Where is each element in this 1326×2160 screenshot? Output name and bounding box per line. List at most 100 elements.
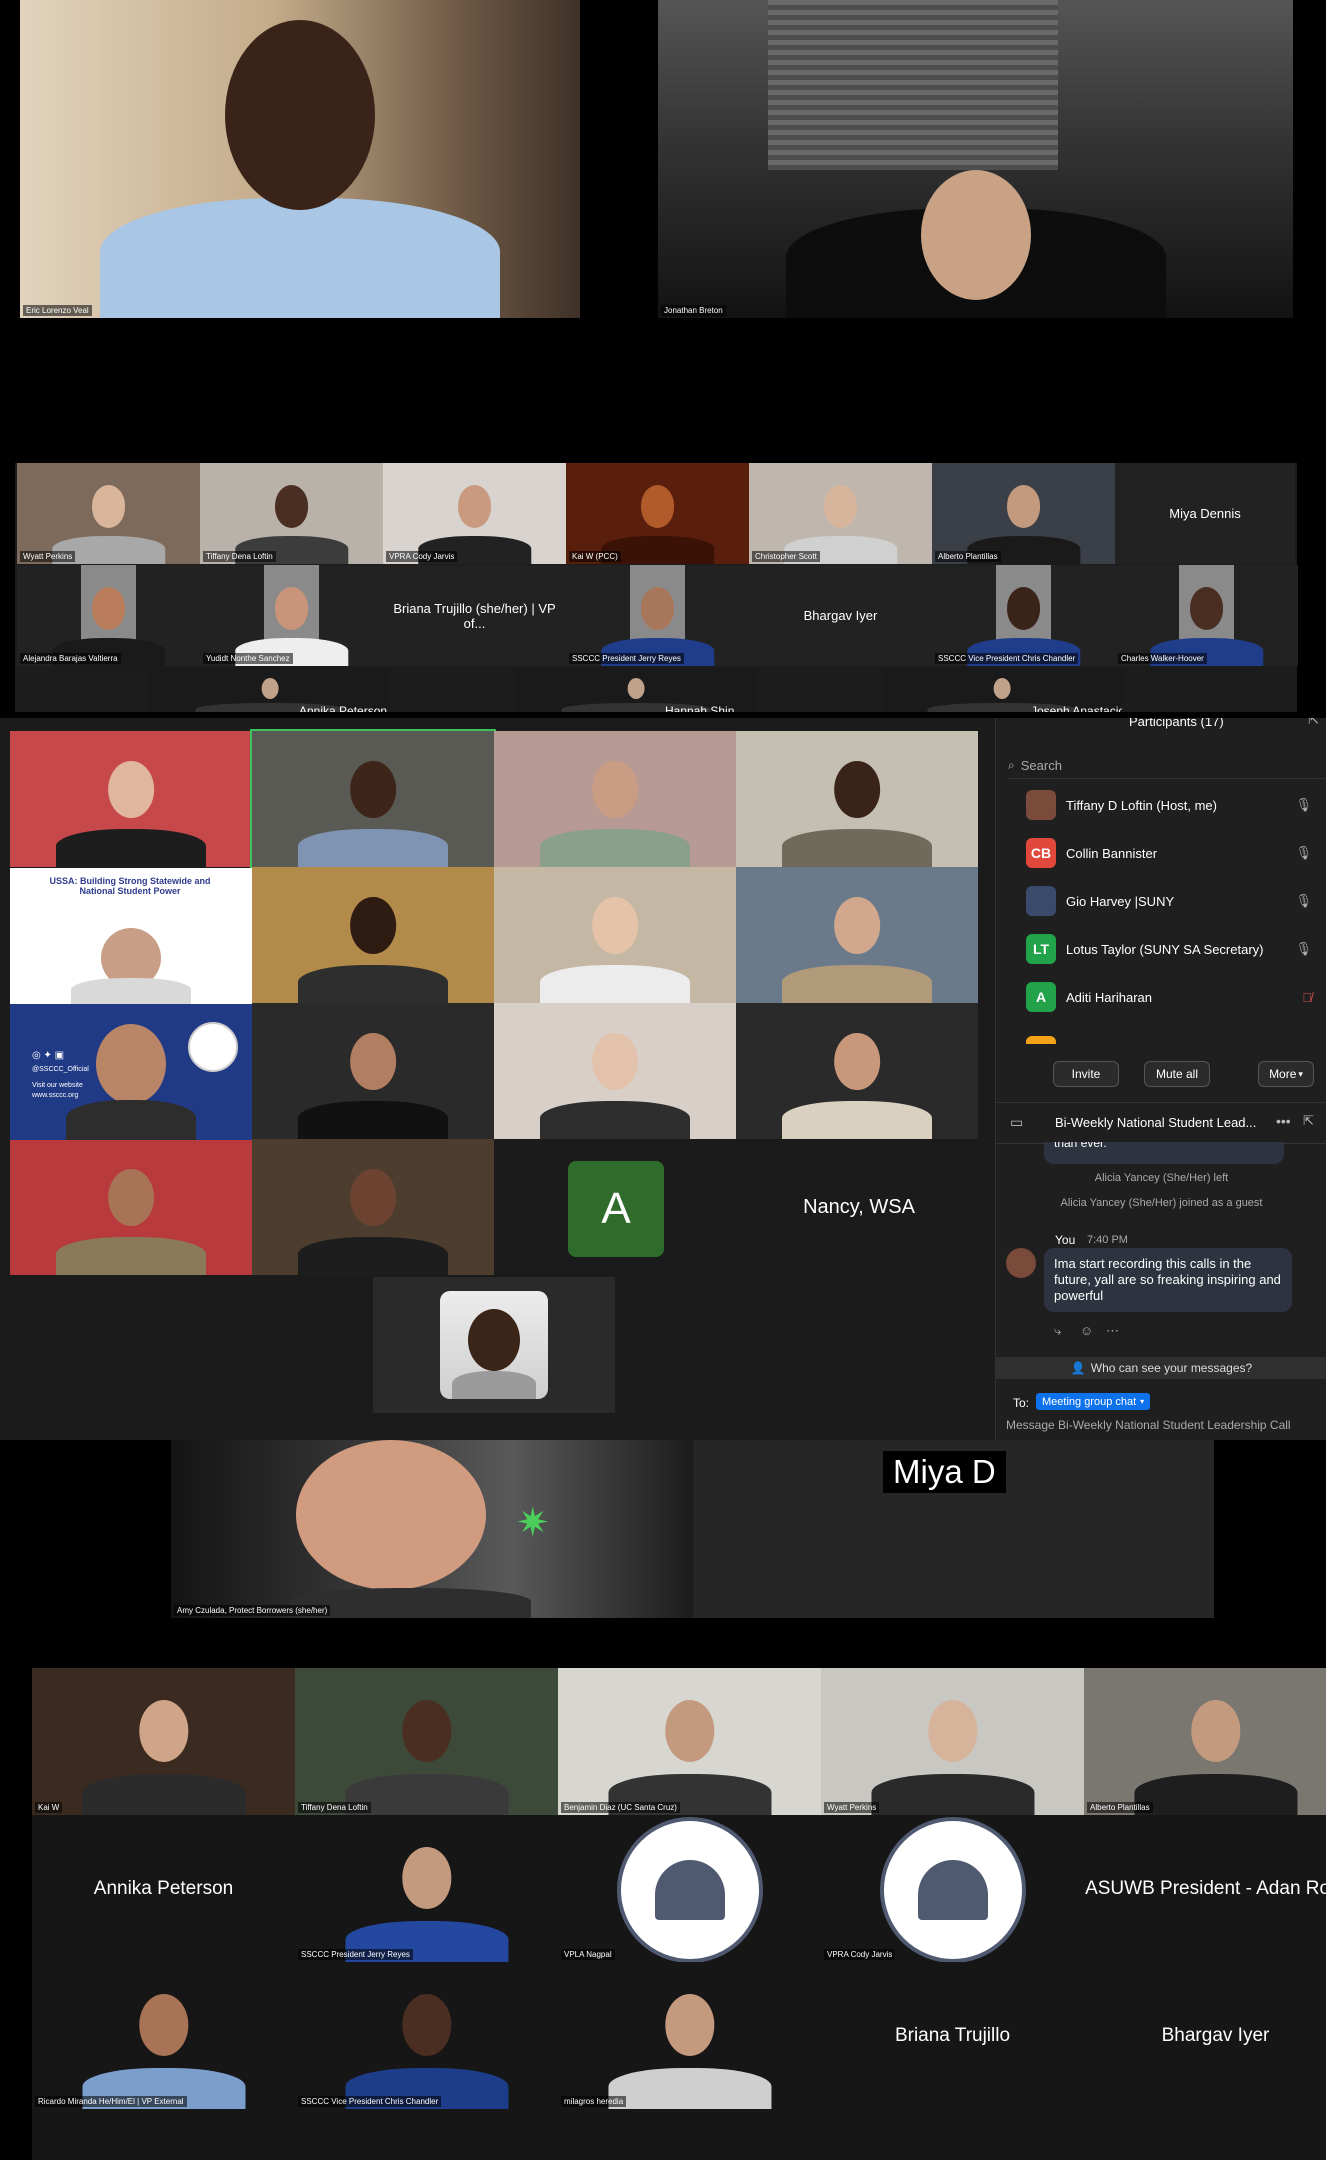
- participant-name: VPRA Cody Jarvis: [386, 551, 458, 562]
- chat-title: Bi-Weekly National Student Lead...: [1055, 1115, 1257, 1130]
- active-speaker-tile[interactable]: ✷ Amy Czulada, Protect Borrowers (she/he…: [171, 1440, 693, 1618]
- video-tile[interactable]: [373, 1277, 615, 1413]
- participant-name: Briana Trujillo: [894, 2024, 1011, 2046]
- video-tile[interactable]: Briana Trujillo: [821, 1962, 1084, 2109]
- participant-face: [274, 485, 309, 528]
- video-tile[interactable]: ASUWB President - Adan Ro...: [1084, 1815, 1326, 1962]
- video-tile[interactable]: [736, 867, 978, 1003]
- video-tile[interactable]: Alberto Plantillas: [932, 463, 1115, 564]
- video-tile[interactable]: [252, 867, 494, 1003]
- video-tile[interactable]: Annika Peterson, GPSS Vice...: [150, 667, 390, 717]
- video-tile[interactable]: Benjamin Diaz (UC Santa Cruz): [558, 1668, 821, 1815]
- video-tile[interactable]: SSCCC President Jerry Reyes: [566, 565, 749, 666]
- more-button[interactable]: More ▾: [1258, 1061, 1314, 1087]
- chat-popout-icon[interactable]: ⇱: [1303, 1113, 1314, 1129]
- avatar-letter-tile[interactable]: A: [568, 1161, 664, 1257]
- video-tile[interactable]: [252, 1139, 494, 1275]
- video-tile[interactable]: Miya D: [693, 1440, 1214, 1618]
- video-tile[interactable]: [494, 1003, 736, 1139]
- video-tile[interactable]: Ricardo Miranda He/Him/El | VP External: [32, 1962, 295, 2109]
- participant-row[interactable]: Gio Harvey |SUNY 🎙: [1026, 883, 1316, 919]
- video-tile[interactable]: [250, 729, 496, 869]
- video-tile[interactable]: Tiffany Dena Loftin: [295, 1668, 558, 1815]
- participant-face: [927, 1700, 978, 1763]
- participant-face: [350, 1168, 396, 1227]
- mic-icon[interactable]: 🎙: [1295, 893, 1312, 909]
- chat-options-icon[interactable]: •••: [1276, 1113, 1291, 1129]
- video-tile[interactable]: Joseph Anastacio: [882, 667, 1122, 717]
- chat-input[interactable]: Message Bi-Weekly National Student Leade…: [1006, 1418, 1326, 1432]
- participant-silhouette: [781, 964, 933, 1003]
- video-tile[interactable]: SSCCC President Jerry Reyes: [295, 1815, 558, 1962]
- video-tile[interactable]: Yudidt Nonthe Sanchez: [200, 565, 383, 666]
- search-field[interactable]: ⌕ Search: [1008, 752, 1326, 779]
- video-tile[interactable]: Kai W: [32, 1668, 295, 1815]
- name-only-tile[interactable]: Nancy, WSA: [738, 1196, 980, 1219]
- video-tile[interactable]: Bhargav Iyer: [1084, 1962, 1326, 2109]
- participant-name: Annika Peterson: [93, 1877, 234, 1899]
- video-tile[interactable]: [494, 731, 736, 867]
- to-label: To:: [1013, 1396, 1030, 1410]
- video-tile[interactable]: Alejandra Barajas Valtierra: [17, 565, 200, 666]
- video-tile[interactable]: VPLA Nagpal: [558, 1815, 821, 1962]
- participant-name: Wyatt Perkins: [824, 1802, 880, 1813]
- participant-face: [592, 896, 638, 955]
- participant-silhouette: [55, 828, 207, 867]
- video-tile[interactable]: Bhargav Iyer: [749, 565, 932, 666]
- video-tile[interactable]: milagros heredia: [558, 1962, 821, 2109]
- video-tile[interactable]: VPRA Cody Jarvis: [383, 463, 566, 564]
- slide-website-label: Visit our website: [32, 1082, 83, 1089]
- reaction-icon[interactable]: ☺: [1080, 1323, 1093, 1338]
- participant-face: [108, 1168, 154, 1227]
- video-tile[interactable]: [10, 731, 252, 867]
- participant-face: [96, 1024, 166, 1104]
- video-tile[interactable]: Tiffany Dena Loftin: [200, 463, 383, 564]
- video-tile[interactable]: Wyatt Perkins: [821, 1668, 1084, 1815]
- video-tile[interactable]: [252, 1003, 494, 1139]
- shared-slide-tile[interactable]: USSA: Building Strong Statewide and Nati…: [10, 868, 252, 1004]
- chat-header: ▭ Bi-Weekly National Student Lead... •••…: [996, 1102, 1326, 1144]
- video-tile[interactable]: VPRA Cody Jarvis: [821, 1815, 1084, 1962]
- invite-button[interactable]: Invite: [1053, 1061, 1119, 1087]
- participant-face: [350, 896, 396, 955]
- video-tile[interactable]: Wyatt Perkins: [17, 463, 200, 564]
- participant-name: Bhargav Iyer: [1161, 2024, 1270, 2046]
- video-tile[interactable]: [736, 1003, 978, 1139]
- chat-system-message: Alicia Yancey (She/Her) joined as a gues…: [1060, 1197, 1263, 1209]
- video-tile[interactable]: [736, 731, 978, 867]
- participant-name: SSCCC President Jerry Reyes: [298, 1949, 413, 1960]
- participant-row[interactable]: A Aditi Hariharan 🎙̸: [1026, 979, 1316, 1015]
- recipient-dropdown[interactable]: Meeting group chat ▾: [1036, 1393, 1151, 1410]
- mic-icon[interactable]: 🎙: [1295, 941, 1312, 957]
- video-tile[interactable]: Charles Walker-Hoover: [1115, 565, 1298, 666]
- mic-icon[interactable]: 🎙: [1295, 845, 1312, 861]
- video-tile[interactable]: Christopher Scott: [749, 463, 932, 564]
- video-tile[interactable]: Jonathan Breton: [658, 0, 1293, 318]
- mic-icon[interactable]: 🎙: [1295, 797, 1312, 813]
- video-tile[interactable]: Briana Trujillo (she/her) | VP of...: [383, 565, 566, 666]
- mute-all-button[interactable]: Mute all: [1144, 1061, 1210, 1087]
- mic-muted-icon[interactable]: 🎙̸: [1302, 990, 1312, 1005]
- participant-row[interactable]: LT Lotus Taylor (SUNY SA Secretary) 🎙: [1026, 931, 1316, 967]
- participant-silhouette: [55, 1236, 207, 1275]
- video-tile[interactable]: SSCCC Vice President Chris Chandler: [295, 1962, 558, 2109]
- slide-title: USSA: Building Strong Statewide and Nati…: [49, 876, 211, 896]
- seal-icon: [188, 1022, 238, 1072]
- reply-icon[interactable]: ⤷: [1054, 1323, 1061, 1339]
- video-tile[interactable]: Eric Lorenzo Veal: [20, 0, 580, 318]
- participant-row-name: Collin Bannister: [1066, 845, 1158, 861]
- video-tile[interactable]: Hannah Shin: [516, 667, 756, 717]
- video-tile[interactable]: [494, 867, 736, 1003]
- chat-system-message: Alicia Yancey (She/Her) left: [1094, 1172, 1229, 1184]
- more-actions-icon[interactable]: ⋯: [1106, 1323, 1119, 1339]
- video-tile[interactable]: Alberto Plantillas: [1084, 1668, 1326, 1815]
- participant-row[interactable]: Tiffany D Loftin (Host, me) 🎙: [1026, 787, 1316, 823]
- video-tile[interactable]: SSCCC Vice President Chris Chandler: [932, 565, 1115, 666]
- video-tile[interactable]: Kai W (PCC): [566, 463, 749, 564]
- video-tile[interactable]: Annika Peterson: [32, 1815, 295, 1962]
- participant-row[interactable]: CB Collin Bannister 🎙: [1026, 835, 1316, 871]
- video-tile[interactable]: ◎ ✦ ▣ @SSCCC_Official Visit our website …: [10, 1004, 252, 1140]
- video-tile[interactable]: Miya Dennis: [1115, 463, 1295, 564]
- who-can-see-bar[interactable]: 👤 Who can see your messages?: [996, 1357, 1326, 1379]
- video-tile[interactable]: [10, 1139, 252, 1275]
